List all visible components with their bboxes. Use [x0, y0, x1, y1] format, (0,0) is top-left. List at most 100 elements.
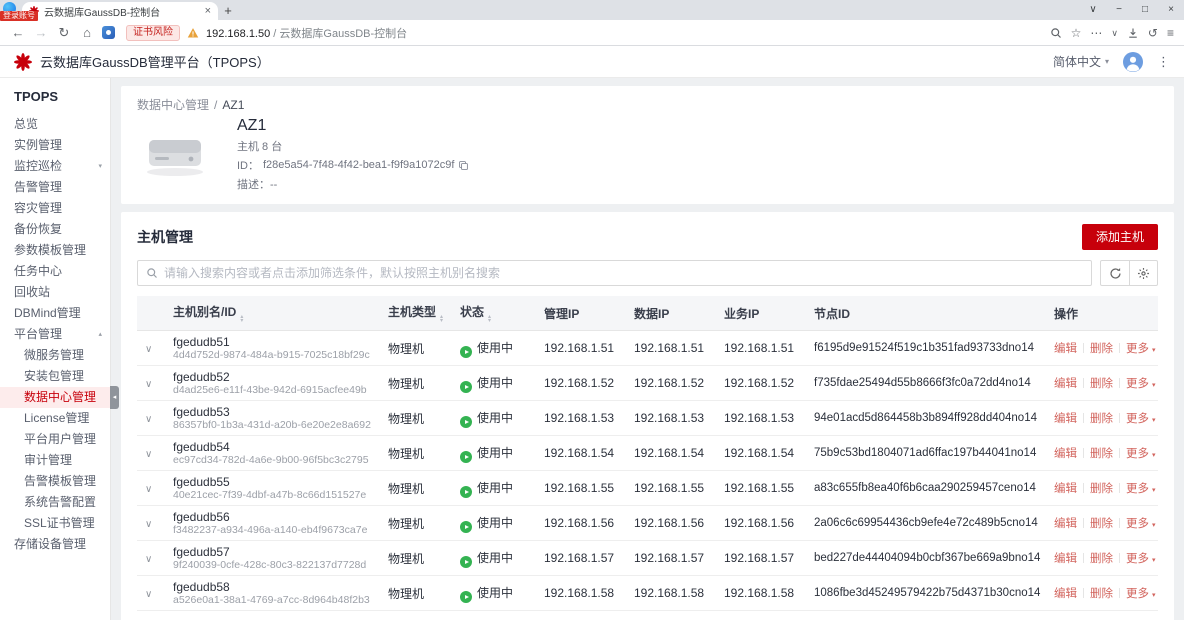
chevron-down-icon: ▾: [1152, 557, 1156, 564]
more-link[interactable]: 更多: [1126, 518, 1149, 530]
edit-link[interactable]: 编辑: [1054, 588, 1077, 600]
more-tools-icon[interactable]: ⋯: [1090, 26, 1102, 40]
minimize-icon[interactable]: −: [1106, 0, 1132, 20]
status-ok-icon: [460, 486, 472, 498]
browser-menu-icon[interactable]: ≡: [1167, 26, 1174, 40]
sidebar-item[interactable]: 告警管理: [0, 177, 110, 198]
sidebar-item[interactable]: DBMind管理: [0, 303, 110, 324]
forward-icon[interactable]: →: [33, 25, 49, 41]
new-tab-button[interactable]: +: [218, 2, 238, 20]
sidebar-item[interactable]: 安装包管理: [0, 366, 110, 387]
edit-link[interactable]: 编辑: [1054, 413, 1077, 425]
status-ok-icon: [460, 346, 472, 358]
sort-icon[interactable]: ▴▾: [440, 315, 443, 323]
column-header[interactable]: 主机别名/ID▴▾: [165, 296, 380, 331]
refresh-button[interactable]: [1101, 261, 1129, 285]
sidebar-item[interactable]: 备份恢复: [0, 219, 110, 240]
delete-link[interactable]: 删除: [1090, 553, 1113, 565]
sidebar-item[interactable]: 系统告警配置: [0, 492, 110, 513]
sidebar-item[interactable]: 审计管理: [0, 450, 110, 471]
mgmt-ip: 192.168.1.52: [536, 366, 626, 401]
warning-icon[interactable]: [187, 27, 199, 39]
sidebar-item[interactable]: 参数模板管理: [0, 240, 110, 261]
expand-row-icon[interactable]: ∨: [145, 589, 152, 600]
home-icon[interactable]: ⌂: [79, 25, 95, 41]
language-selector[interactable]: 简体中文▾: [1053, 53, 1109, 70]
delete-link[interactable]: 删除: [1090, 378, 1113, 390]
sidebar-item[interactable]: 任务中心: [0, 261, 110, 282]
collapse-toolbar-icon[interactable]: ∨: [1111, 26, 1118, 40]
sidebar-item[interactable]: 容灾管理: [0, 198, 110, 219]
expand-row-icon[interactable]: ∨: [145, 449, 152, 460]
expand-row-icon[interactable]: ∨: [145, 414, 152, 425]
edit-link[interactable]: 编辑: [1054, 553, 1077, 565]
bookmark-star-icon[interactable]: ☆: [1071, 26, 1082, 40]
browser-tab[interactable]: 云数据库GaussDB-控制台 ×: [22, 2, 218, 20]
tab-close-icon[interactable]: ×: [205, 6, 211, 17]
node-id: f735fdae25494d55b8666f3fc0a72dd4no14: [806, 366, 1046, 401]
node-id: f6195d9e91524f519c1b351fad93733dno14: [806, 331, 1046, 366]
more-link[interactable]: 更多: [1126, 378, 1149, 390]
column-header[interactable]: 主机类型▴▾: [380, 296, 452, 331]
more-link[interactable]: 更多: [1126, 448, 1149, 460]
maximize-icon[interactable]: □: [1132, 0, 1158, 20]
edit-link[interactable]: 编辑: [1054, 378, 1077, 390]
address-bar[interactable]: 证书风险 192.168.1.50 / 云数据库GaussDB-控制台: [122, 23, 1043, 43]
more-link[interactable]: 更多: [1126, 553, 1149, 565]
page-refresh-icon[interactable]: ↻: [56, 25, 72, 41]
delete-link[interactable]: 删除: [1090, 448, 1113, 460]
tab-search-icon[interactable]: ∨: [1080, 0, 1106, 20]
more-link[interactable]: 更多: [1126, 483, 1149, 495]
delete-link[interactable]: 删除: [1090, 343, 1113, 355]
sidebar-item[interactable]: 微服务管理: [0, 345, 110, 366]
divider: [1083, 483, 1084, 493]
extension-icon[interactable]: [102, 26, 115, 39]
delete-link[interactable]: 删除: [1090, 518, 1113, 530]
sidebar-item[interactable]: 监控巡检▾: [0, 156, 110, 177]
more-link[interactable]: 更多: [1126, 413, 1149, 425]
cert-risk-badge[interactable]: 证书风险: [126, 25, 180, 41]
sidebar-collapse-handle[interactable]: ◂: [110, 386, 119, 409]
more-menu-icon[interactable]: ⋮: [1157, 54, 1170, 70]
breadcrumb-parent[interactable]: 数据中心管理: [137, 98, 209, 112]
sidebar-item[interactable]: SSL证书管理: [0, 513, 110, 534]
copy-icon[interactable]: [458, 160, 469, 171]
history-icon[interactable]: ↺: [1148, 26, 1158, 40]
sidebar-item[interactable]: 实例管理: [0, 135, 110, 156]
more-link[interactable]: 更多: [1126, 588, 1149, 600]
sidebar-item[interactable]: 告警模板管理: [0, 471, 110, 492]
column-settings-button[interactable]: [1129, 261, 1157, 285]
host-type: 物理机: [380, 576, 452, 611]
sidebar-item[interactable]: 数据中心管理◂: [0, 387, 110, 408]
expand-row-icon[interactable]: ∨: [145, 519, 152, 530]
sidebar-item[interactable]: 总览: [0, 114, 110, 135]
sidebar-item[interactable]: 平台用户管理: [0, 429, 110, 450]
sort-icon[interactable]: ▴▾: [240, 315, 243, 323]
search-input[interactable]: [164, 266, 1083, 280]
close-icon[interactable]: ×: [1158, 0, 1184, 20]
edit-link[interactable]: 编辑: [1054, 518, 1077, 530]
edit-link[interactable]: 编辑: [1054, 483, 1077, 495]
sidebar-item[interactable]: 平台管理▴: [0, 324, 110, 345]
sidebar-item[interactable]: License管理: [0, 408, 110, 429]
expand-row-icon[interactable]: ∨: [145, 484, 152, 495]
zoom-icon[interactable]: [1050, 27, 1062, 39]
edit-link[interactable]: 编辑: [1054, 343, 1077, 355]
expand-row-icon[interactable]: ∨: [145, 554, 152, 565]
sidebar-item[interactable]: 回收站: [0, 282, 110, 303]
sort-icon[interactable]: ▴▾: [488, 315, 491, 323]
sidebar-item[interactable]: 存储设备管理: [0, 534, 110, 555]
expand-row-icon[interactable]: ∨: [145, 379, 152, 390]
more-link[interactable]: 更多: [1126, 343, 1149, 355]
edit-link[interactable]: 编辑: [1054, 448, 1077, 460]
back-icon[interactable]: ←: [10, 25, 26, 41]
delete-link[interactable]: 删除: [1090, 588, 1113, 600]
delete-link[interactable]: 删除: [1090, 413, 1113, 425]
expand-row-icon[interactable]: ∨: [145, 344, 152, 355]
delete-link[interactable]: 删除: [1090, 483, 1113, 495]
table-row: ∨fgedudb56f3482237-a934-496a-a140-eb4f96…: [137, 506, 1158, 541]
add-host-button[interactable]: 添加主机: [1082, 224, 1158, 250]
user-avatar[interactable]: [1123, 52, 1143, 72]
downloads-icon[interactable]: [1127, 27, 1139, 39]
column-header[interactable]: 状态▴▾: [452, 296, 536, 331]
